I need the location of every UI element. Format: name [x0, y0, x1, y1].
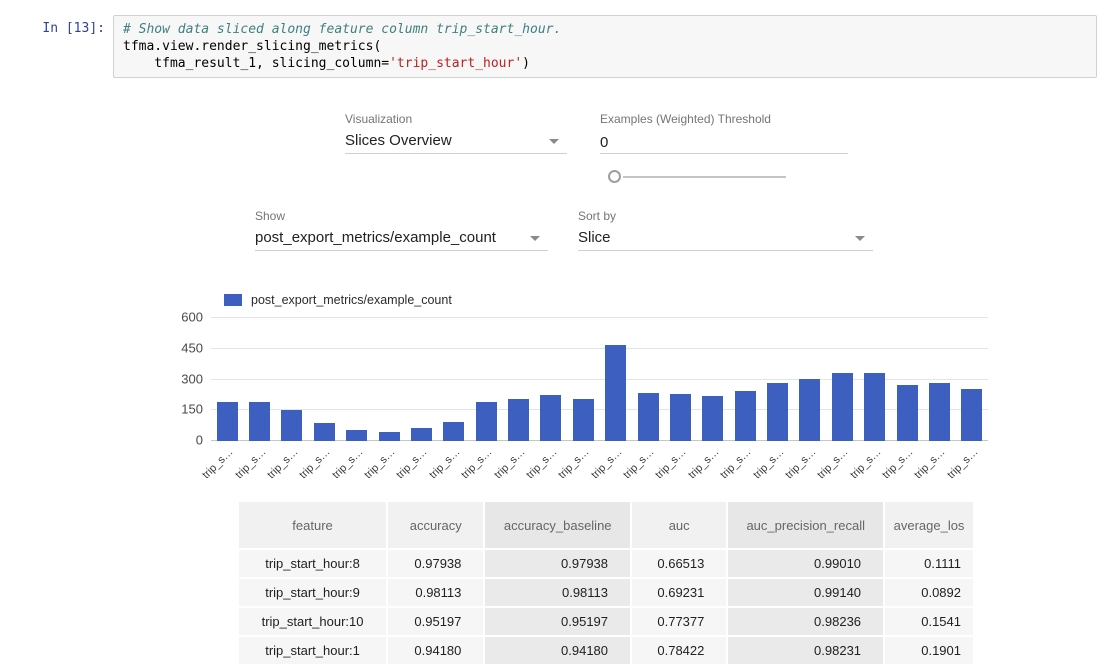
chart-bar[interactable]: [832, 373, 853, 441]
chart-bar[interactable]: [735, 391, 756, 441]
code-cell: In [13]: # Show data sliced along featur…: [0, 15, 1111, 78]
table-cell: 0.1901: [885, 637, 973, 664]
table-cell: 0.97938: [388, 550, 483, 577]
chart-bar[interactable]: [346, 430, 367, 441]
show-dropdown[interactable]: post_export_metrics/example_count: [255, 227, 548, 251]
table-row: trip_start_hour:10.941800.941800.784220.…: [239, 637, 973, 664]
column-header: feature: [239, 502, 386, 548]
chart-bar[interactable]: [670, 394, 691, 441]
y-axis-tick-label: 150: [181, 402, 203, 417]
chart-legend: post_export_metrics/example_count: [224, 293, 452, 307]
visualization-value: Slices Overview: [345, 130, 567, 149]
table-cell: 0.94180: [388, 637, 483, 664]
y-axis-tick-label: 0: [196, 433, 203, 448]
table-cell: 0.78422: [632, 637, 726, 664]
chart-plot: 0150300450600: [211, 317, 988, 441]
chart-bar[interactable]: [573, 399, 594, 441]
table-cell: 0.99140: [728, 579, 883, 606]
chart-bar[interactable]: [605, 345, 626, 441]
column-header: accuracy: [388, 502, 483, 548]
chart-bar[interactable]: [638, 393, 659, 441]
chart-bar[interactable]: [443, 422, 464, 441]
code-editor[interactable]: # Show data sliced along feature column …: [113, 15, 1097, 78]
table-cell: 0.99010: [728, 550, 883, 577]
chart-x-labels: trip_s…trip_s…trip_s…trip_s…trip_s…trip_…: [211, 446, 988, 496]
chevron-down-icon[interactable]: [855, 236, 865, 241]
chart-bar[interactable]: [249, 402, 270, 441]
gridline: [211, 348, 988, 349]
chevron-down-icon[interactable]: [549, 139, 559, 144]
column-header: auc: [632, 502, 726, 548]
table-cell: 0.98113: [485, 579, 630, 606]
table-row: trip_start_hour:100.951970.951970.773770…: [239, 608, 973, 635]
table-cell: 0.66513: [632, 550, 726, 577]
notebook-page: In [13]: # Show data sliced along featur…: [0, 0, 1111, 668]
chevron-down-icon[interactable]: [530, 236, 540, 241]
table-cell: 0.98236: [728, 608, 883, 635]
table-cell: 0.1541: [885, 608, 973, 635]
chart-bar[interactable]: [411, 428, 432, 441]
table-cell: trip_start_hour:8: [239, 550, 386, 577]
table-cell: 0.98113: [388, 579, 483, 606]
table-cell: 0.69231: [632, 579, 726, 606]
code-comment: # Show data sliced along feature column …: [123, 22, 561, 37]
y-axis-tick-label: 300: [181, 371, 203, 386]
chart-bar[interactable]: [476, 402, 497, 441]
gridline: [211, 317, 988, 318]
table-cell: trip_start_hour:9: [239, 579, 386, 606]
table-cell: 0.97938: [485, 550, 630, 577]
visualization-dropdown[interactable]: Slices Overview: [345, 130, 567, 154]
sort-by-dropdown[interactable]: Slice: [578, 227, 873, 251]
show-label: Show: [255, 209, 285, 223]
table-row: trip_start_hour:80.979380.979380.665130.…: [239, 550, 973, 577]
slider-track[interactable]: [623, 176, 786, 178]
table-body: trip_start_hour:80.979380.979380.665130.…: [239, 550, 973, 664]
table-cell: trip_start_hour:1: [239, 637, 386, 664]
chart-bar[interactable]: [799, 379, 820, 441]
sort-by-label: Sort by: [578, 209, 616, 223]
legend-swatch: [224, 294, 242, 306]
cell-prompt: In [13]:: [0, 15, 105, 78]
sort-by-value: Slice: [578, 227, 873, 246]
table-cell: 0.0892: [885, 579, 973, 606]
code-line-3: tfma_result_1, slicing_column='trip_star…: [123, 56, 530, 71]
chart-bar[interactable]: [314, 423, 335, 441]
code-line-2: tfma.view.render_slicing_metrics(: [123, 39, 381, 54]
table-cell: trip_start_hour:10: [239, 608, 386, 635]
table-row: trip_start_hour:90.981130.981130.692310.…: [239, 579, 973, 606]
table-cell: 0.1111: [885, 550, 973, 577]
threshold-input[interactable]: [600, 130, 848, 154]
chart-bar[interactable]: [864, 373, 885, 441]
table-cell: 0.94180: [485, 637, 630, 664]
column-header: average_los: [885, 502, 973, 548]
chart-bar[interactable]: [961, 389, 982, 441]
chart-bar[interactable]: [540, 395, 561, 441]
chart-bar[interactable]: [217, 402, 238, 441]
metrics-table: featureaccuracyaccuracy_baselineaucauc_p…: [237, 500, 975, 666]
threshold-label: Examples (Weighted) Threshold: [600, 112, 771, 126]
code-string: 'trip_start_hour': [389, 56, 522, 71]
table-cell: 0.98231: [728, 637, 883, 664]
column-header: auc_precision_recall: [728, 502, 883, 548]
table-cell: 0.95197: [388, 608, 483, 635]
y-axis-tick-label: 600: [181, 310, 203, 325]
metrics-table-container[interactable]: featureaccuracyaccuracy_baselineaucauc_p…: [237, 500, 975, 668]
table-cell: 0.77377: [632, 608, 726, 635]
chart-bar[interactable]: [379, 432, 400, 441]
chart-bar[interactable]: [767, 383, 788, 441]
y-axis-tick-label: 450: [181, 340, 203, 355]
chart-bar[interactable]: [897, 385, 918, 441]
column-header: accuracy_baseline: [485, 502, 630, 548]
table-cell: 0.95197: [485, 608, 630, 635]
chart-bar[interactable]: [508, 399, 529, 441]
chart-bar[interactable]: [281, 410, 302, 441]
visualization-label: Visualization: [345, 112, 412, 126]
slider-knob[interactable]: [608, 170, 621, 183]
show-value: post_export_metrics/example_count: [255, 227, 548, 246]
chart-bar[interactable]: [702, 396, 723, 441]
chart-bar[interactable]: [929, 383, 950, 441]
legend-label: post_export_metrics/example_count: [251, 293, 452, 307]
threshold-slider[interactable]: [608, 170, 786, 184]
table-header-row: featureaccuracyaccuracy_baselineaucauc_p…: [239, 502, 973, 548]
